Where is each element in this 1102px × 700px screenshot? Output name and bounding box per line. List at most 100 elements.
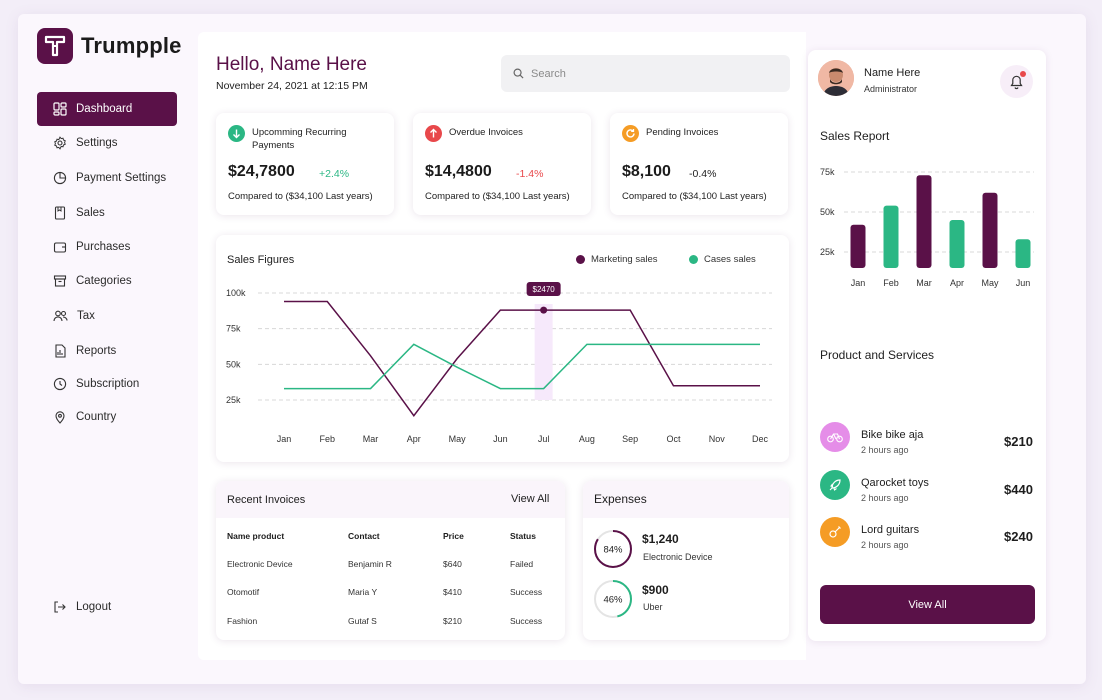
x-tick-label: Nov	[709, 434, 726, 444]
x-tick-label: May	[981, 278, 999, 288]
view-all-button[interactable]: View All	[820, 585, 1035, 624]
product-name[interactable]: Qarocket toys	[861, 477, 929, 489]
table-cell: Benjamin R	[348, 559, 392, 569]
arrow-up-icon	[425, 125, 442, 142]
highlight-band	[534, 304, 553, 400]
table-cell: Maria Y	[348, 587, 378, 597]
product-services-title: Product and Services	[820, 348, 935, 362]
search-bar[interactable]	[501, 55, 790, 92]
x-tick-label: May	[449, 434, 467, 444]
sales-report-bar-chart: 75k 50k 25k Jan Feb Mar Apr May Jun	[820, 167, 1034, 288]
y-tick-label: 25k	[226, 395, 241, 405]
sidebar-item-tax[interactable]: Tax	[37, 299, 177, 333]
stat-card-upcoming[interactable]: Upcomming Recurring Payments $24,7800 +2…	[216, 113, 394, 215]
bar-feb[interactable]	[883, 205, 899, 268]
table-header-cell: Name product	[227, 531, 285, 541]
product-name[interactable]: Lord guitars	[861, 524, 919, 536]
bar-mar[interactable]	[916, 175, 932, 268]
stat-card-pending[interactable]: Pending Invoices $8,100 -0.4% Compared t…	[610, 113, 788, 215]
x-tick-label: Jan	[277, 434, 292, 444]
product-time: 2 hours ago	[861, 540, 909, 550]
sidebar-item-categories[interactable]: Categories	[37, 264, 177, 298]
x-tick-label: Feb	[320, 434, 336, 444]
x-tick-label: Feb	[883, 278, 899, 288]
x-tick-label: Apr	[950, 278, 964, 288]
bar-may[interactable]	[982, 192, 998, 268]
sales-report-title: Sales Report	[820, 129, 890, 143]
sidebar-item-settings[interactable]: Settings	[37, 126, 177, 160]
product-time: 2 hours ago	[861, 493, 909, 503]
avatar[interactable]	[818, 60, 854, 96]
series-line-marketing	[284, 300, 760, 417]
table-cell: Electronic Device	[227, 559, 293, 569]
product-name[interactable]: Bike bike aja	[861, 429, 923, 441]
search-icon	[513, 68, 524, 79]
expenses-card: Expenses 84% 46% $1,240 Electronic Device…	[583, 481, 789, 640]
x-tick-label: Mar	[363, 434, 379, 444]
wallet-icon	[53, 242, 67, 253]
bookmark-icon	[54, 206, 66, 220]
stat-card-overdue[interactable]: Overdue Invoices $14,4800 -1.4% Compared…	[413, 113, 591, 215]
ring-percent: 46%	[603, 595, 623, 606]
sidebar-item-subscription[interactable]: Subscription	[37, 367, 177, 401]
sidebar-item-reports[interactable]: Reports	[37, 334, 177, 368]
sidebar-item-payment-settings[interactable]: Payment Settings	[37, 161, 177, 195]
product-price: $440	[1004, 482, 1033, 497]
x-tick-label: Jun	[1016, 278, 1031, 288]
stat-change: -0.4%	[689, 168, 717, 180]
table-cell: $210	[443, 616, 462, 626]
x-tick-label: Jun	[493, 434, 508, 444]
y-tick-label: 100k	[226, 288, 246, 298]
product-price: $240	[1004, 529, 1033, 544]
x-tick-label: Jan	[851, 278, 866, 288]
sidebar-item-sales[interactable]: Sales	[37, 196, 177, 230]
recent-invoices-view-all-link[interactable]: View All	[511, 493, 549, 505]
profile-name: Name Here	[864, 67, 921, 79]
x-tick-label: Mar	[916, 278, 932, 288]
x-tick-label: Jul	[538, 434, 550, 444]
brand[interactable]: Trumpple	[37, 28, 182, 64]
stat-value: $24,7800	[228, 163, 295, 180]
stat-title: Upcomming Recurring Payments	[252, 127, 347, 151]
recent-invoices-title: Recent Invoices	[227, 494, 306, 506]
rocket-icon	[820, 470, 850, 500]
brand-name: Trumpple	[81, 33, 182, 58]
table-cell: Otomotif	[227, 587, 260, 597]
expense-label: Electronic Device	[643, 552, 713, 562]
stat-compare: Compared to ($34,100 Last years)	[622, 191, 767, 202]
x-tick-label: Dec	[752, 434, 769, 444]
stat-change: -1.4%	[516, 168, 544, 180]
y-tick-label: 50k	[226, 359, 241, 369]
stat-title: Overdue Invoices	[449, 127, 523, 138]
logout-button[interactable]: Logout	[37, 590, 177, 624]
refresh-icon	[622, 125, 639, 142]
tooltip-value: $2470	[533, 285, 556, 294]
bar-apr[interactable]	[949, 220, 965, 268]
sidebar-item-label: Categories	[76, 275, 132, 287]
bar-jan[interactable]	[850, 224, 866, 268]
sidebar-item-purchases[interactable]: Purchases	[37, 230, 177, 264]
y-tick-label: 50k	[820, 207, 835, 217]
logout-label: Logout	[76, 601, 112, 613]
search-input[interactable]	[531, 67, 771, 80]
sales-figures-line-chart: 100k 75k 50k 25k $2470 Jan Feb Mar Apr May Jun Jul A…	[226, 282, 772, 444]
expense-amount: $1,240	[642, 532, 679, 546]
table-cell: $410	[443, 587, 462, 597]
table-cell: Fashion	[227, 616, 258, 626]
table-cell: Success	[510, 616, 543, 626]
expense-label: Uber	[643, 602, 663, 612]
brand-logo-icon	[37, 28, 73, 64]
pie-chart-icon	[53, 171, 67, 185]
stat-value: $14,4800	[425, 163, 492, 180]
notification-button[interactable]	[1000, 65, 1033, 98]
highlight-point[interactable]	[540, 306, 548, 314]
bar-jun[interactable]	[1015, 239, 1031, 268]
archive-icon	[53, 275, 67, 287]
sidebar-item-dashboard[interactable]: Dashboard	[37, 92, 177, 126]
greeting-title: Hello, Name Here	[216, 54, 367, 75]
users-icon	[53, 310, 68, 322]
y-tick-label: 75k	[226, 324, 241, 334]
sidebar-item-country[interactable]: Country	[37, 400, 177, 434]
dashboard-icon	[53, 102, 67, 116]
sidebar-item-label: Settings	[76, 137, 118, 149]
